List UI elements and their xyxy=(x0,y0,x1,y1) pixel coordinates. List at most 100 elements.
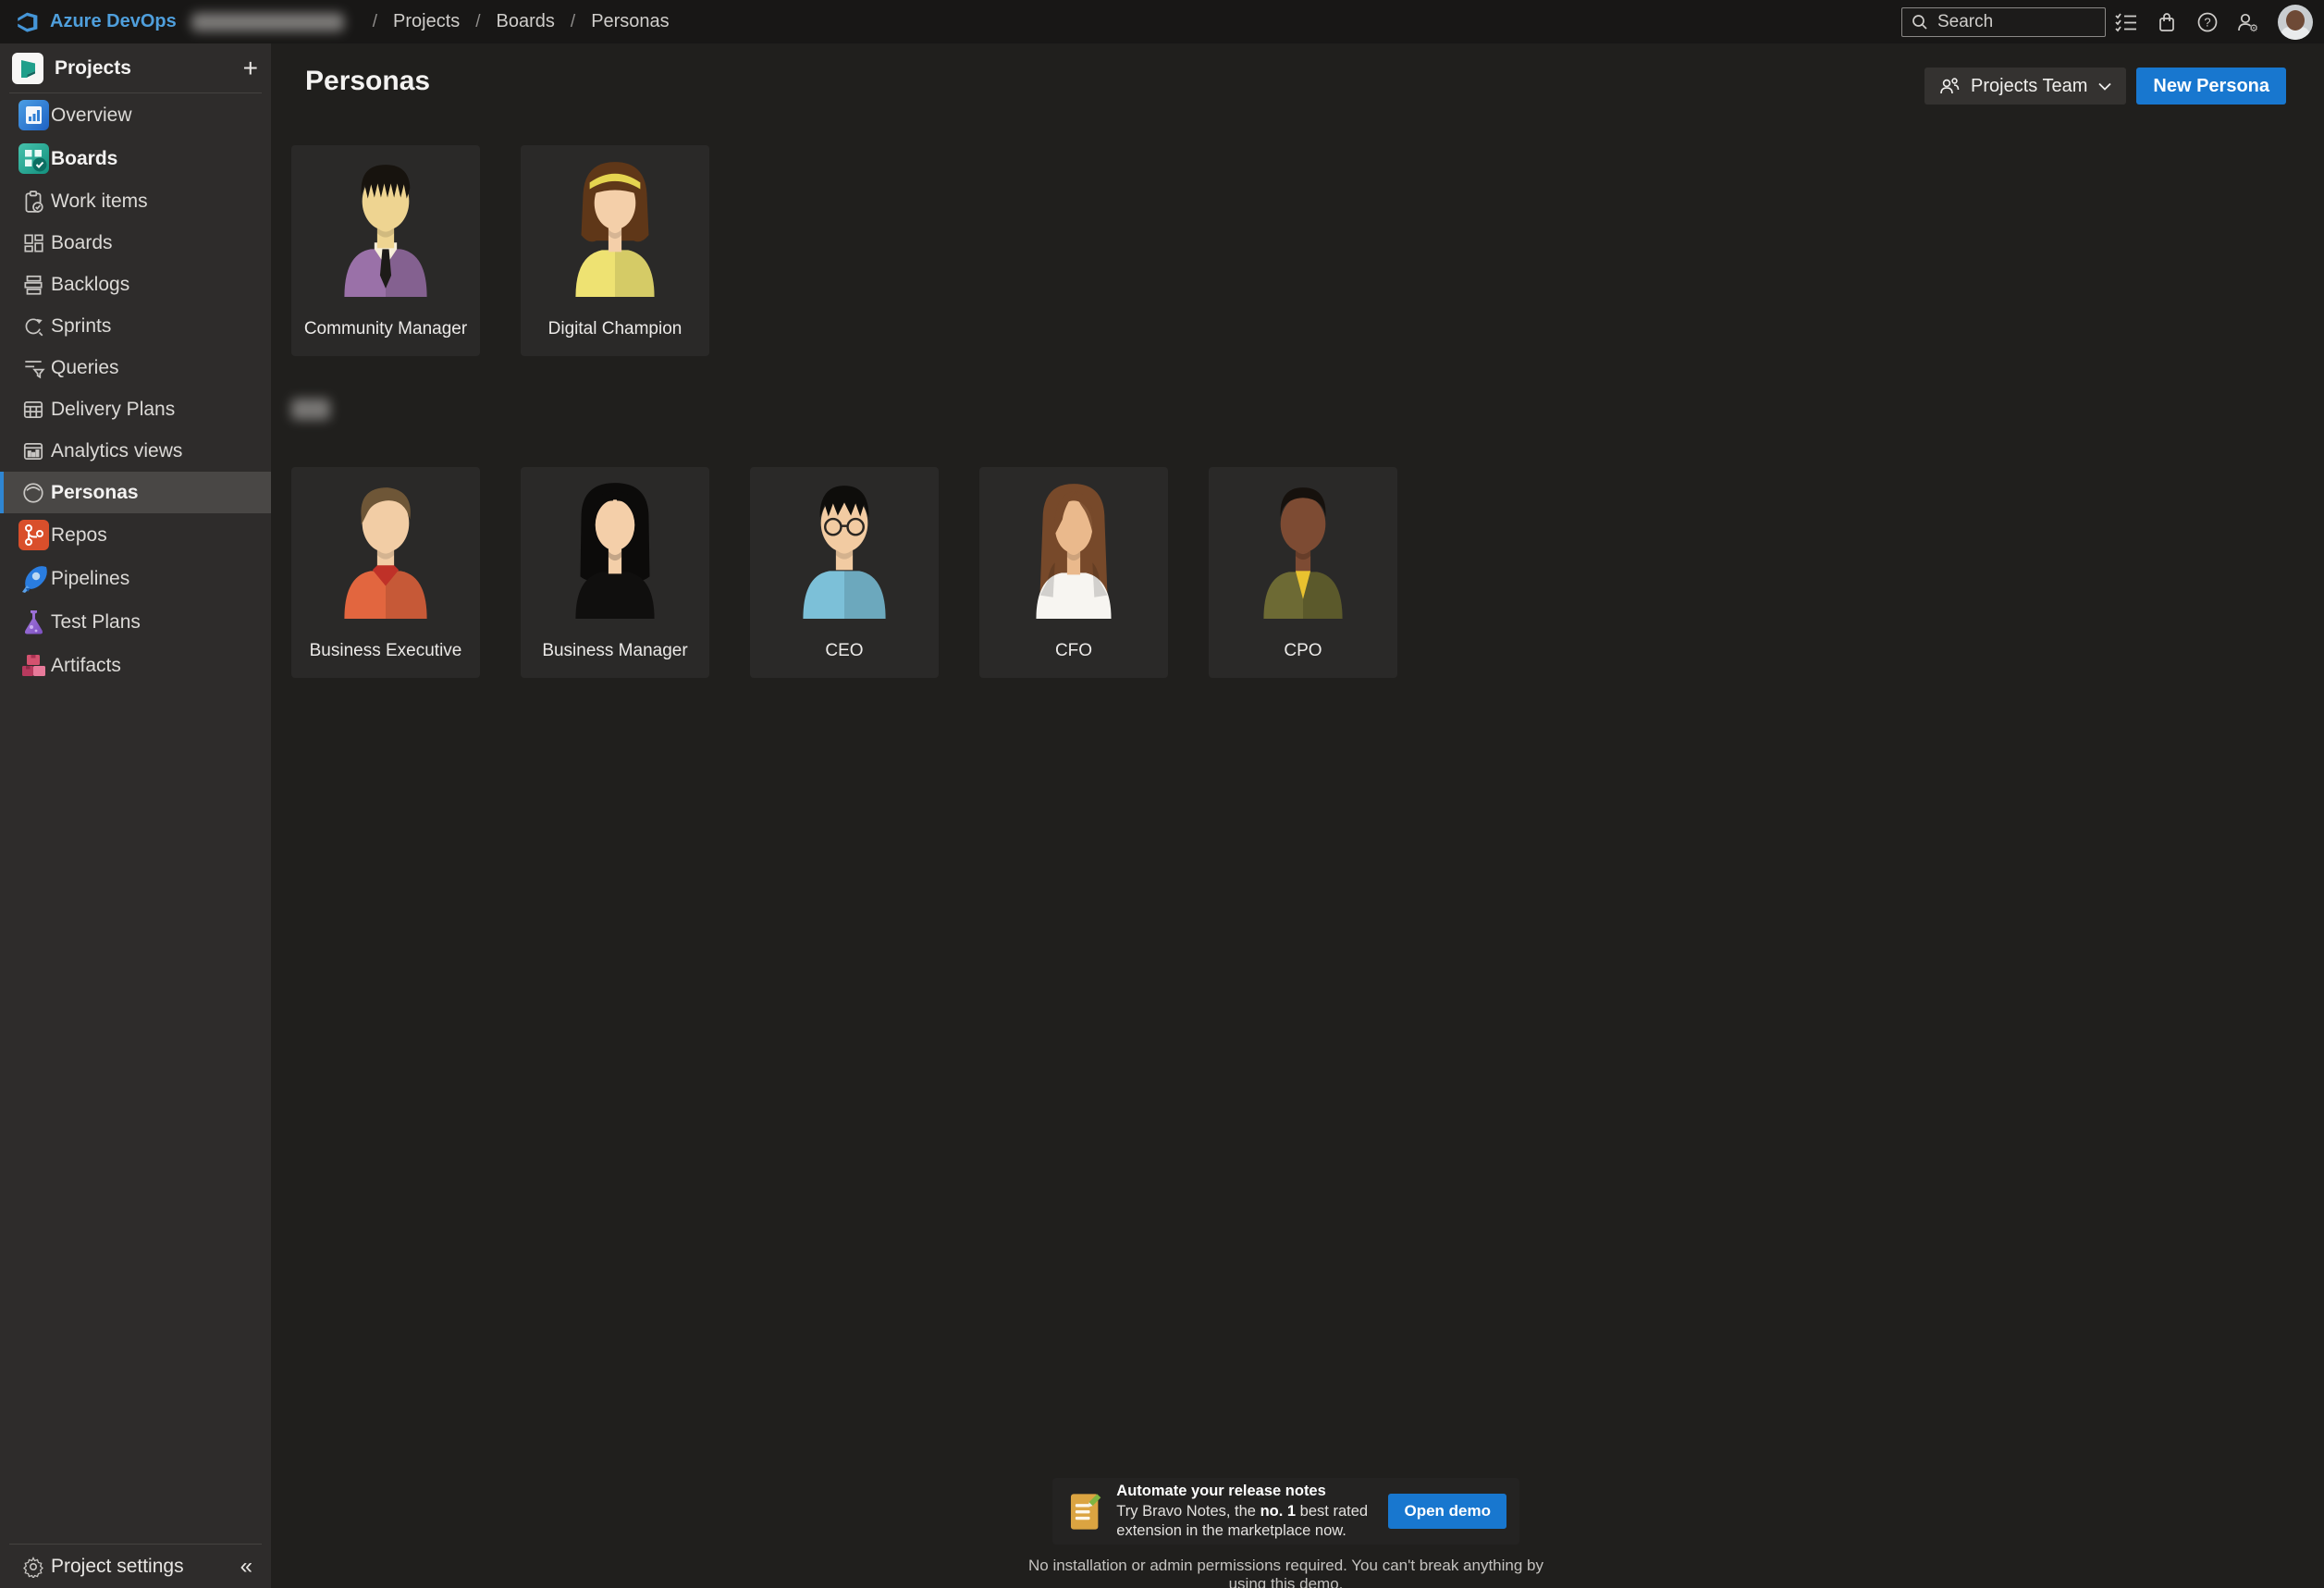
add-project-button[interactable]: + xyxy=(243,55,258,81)
backlogs-icon xyxy=(16,273,51,297)
release-notes-icon xyxy=(1069,1491,1101,1532)
sidebar-item-label: Overview xyxy=(51,105,132,127)
team-icon xyxy=(1939,77,1960,95)
main-content: Personas Projects Team New Persona xyxy=(271,43,2324,1588)
project-logo-icon xyxy=(12,53,43,84)
sidebar-item-boards[interactable]: Boards xyxy=(0,222,271,264)
persona-card-digital-champion[interactable]: Digital Champion xyxy=(521,145,709,356)
release-notes-toast: Automate your release notes Try Bravo No… xyxy=(1052,1478,1519,1545)
svg-text:⚙: ⚙ xyxy=(2249,23,2258,33)
breadcrumb-separator: / xyxy=(571,12,575,32)
sidebar-item-delivery-plans[interactable]: Delivery Plans xyxy=(0,388,271,430)
breadcrumb-boards[interactable]: Boards xyxy=(497,11,555,32)
sidebar-item-label: Backlogs xyxy=(51,274,129,296)
project-settings-label: Project settings xyxy=(51,1556,184,1578)
queries-icon xyxy=(16,356,51,380)
personas-icon xyxy=(16,481,51,505)
sidebar-item-test-plans[interactable]: Test Plans xyxy=(0,600,271,644)
pipelines-icon xyxy=(16,563,51,594)
persona-name: Digital Champion xyxy=(521,319,709,339)
persona-avatar xyxy=(1243,478,1363,619)
search-icon xyxy=(1912,14,1928,31)
project-settings-button[interactable]: Project settings « xyxy=(0,1545,271,1588)
sidebar-item-personas[interactable]: Personas xyxy=(0,472,271,513)
toast-body: Try Bravo Notes, the no. 1 best rated ex… xyxy=(1116,1502,1388,1541)
sidebar-item-repos[interactable]: Repos xyxy=(0,513,271,557)
azure-devops-logo-icon[interactable] xyxy=(15,10,39,34)
user-settings-icon[interactable]: ⚙ xyxy=(2228,4,2269,41)
work-items-icon xyxy=(16,190,51,214)
persona-card-cpo[interactable]: CPO xyxy=(1209,467,1397,678)
overview-icon xyxy=(16,100,51,130)
sidebar-item-label: Boards xyxy=(51,232,113,254)
svg-text:?: ? xyxy=(2204,15,2210,29)
user-avatar[interactable] xyxy=(2278,5,2313,40)
persona-avatar xyxy=(326,478,446,619)
persona-card-business-manager[interactable]: Business Manager xyxy=(521,467,709,678)
boards-product-icon xyxy=(16,143,51,174)
org-name-blurred[interactable] xyxy=(191,13,344,31)
sidebar-item-queries[interactable]: Queries xyxy=(0,347,271,388)
breadcrumb: / Projects / Boards / Personas xyxy=(357,11,670,32)
team-selector-button[interactable]: Projects Team xyxy=(1924,68,2126,105)
persona-name: Business Manager xyxy=(521,641,709,661)
sidebar: Projects + Overview xyxy=(0,43,271,1588)
sidebar-item-pipelines[interactable]: Pipelines xyxy=(0,557,271,600)
sidebar-spacer xyxy=(0,687,271,1544)
persona-avatar xyxy=(555,478,675,619)
new-persona-button[interactable]: New Persona xyxy=(2136,68,2286,105)
persona-avatar xyxy=(784,478,904,619)
sidebar-item-label: Boards xyxy=(51,148,117,170)
sprints-icon xyxy=(16,314,51,339)
team-selector-label: Projects Team xyxy=(1971,76,2087,97)
sidebar-item-sprints[interactable]: Sprints xyxy=(0,305,271,347)
persona-card-cfo[interactable]: CFO xyxy=(979,467,1168,678)
toast-text: Automate your release notes Try Bravo No… xyxy=(1116,1482,1388,1541)
persona-name: CPO xyxy=(1209,641,1397,661)
top-bar: Azure DevOps / Projects / Boards / Perso… xyxy=(0,0,2324,43)
task-list-icon[interactable] xyxy=(2106,4,2146,41)
persona-card-community-manager[interactable]: Community Manager xyxy=(291,145,480,356)
search-box[interactable] xyxy=(1901,7,2106,37)
breadcrumb-projects[interactable]: Projects xyxy=(393,11,460,32)
toast-footnote: No installation or admin permissions req… xyxy=(1025,1557,1547,1588)
open-demo-button[interactable]: Open demo xyxy=(1388,1494,1506,1529)
sidebar-item-boards-product[interactable]: Boards xyxy=(0,137,271,180)
help-icon[interactable]: ? xyxy=(2187,4,2228,41)
collapse-sidebar-button[interactable]: « xyxy=(240,1554,252,1580)
group-label-blurred xyxy=(291,399,330,420)
boards-icon xyxy=(16,231,51,255)
search-input[interactable] xyxy=(1937,12,2090,32)
gear-icon xyxy=(16,1556,51,1578)
sidebar-item-label: Sprints xyxy=(51,315,111,338)
marketplace-bag-icon[interactable] xyxy=(2146,4,2187,41)
sidebar-item-work-items[interactable]: Work items xyxy=(0,180,271,222)
persona-avatar xyxy=(1014,478,1134,619)
test-plans-icon xyxy=(16,607,51,637)
sidebar-item-overview[interactable]: Overview xyxy=(0,93,271,137)
breadcrumb-personas[interactable]: Personas xyxy=(591,11,670,32)
persona-name: CEO xyxy=(750,641,939,661)
analytics-views-icon xyxy=(16,439,51,463)
sidebar-item-label: Delivery Plans xyxy=(51,399,175,421)
sidebar-item-label: Artifacts xyxy=(51,655,121,677)
product-name[interactable]: Azure DevOps xyxy=(50,11,177,32)
sidebar-item-label: Work items xyxy=(51,191,148,213)
azure-devops-app: Azure DevOps / Projects / Boards / Perso… xyxy=(0,0,2324,1588)
persona-group-1: Community Manager Digital Champion xyxy=(291,145,709,356)
sidebar-item-label: Analytics views xyxy=(51,440,182,462)
sidebar-item-analytics-views[interactable]: Analytics views xyxy=(0,430,271,472)
sidebar-item-artifacts[interactable]: Artifacts xyxy=(0,644,271,687)
delivery-plans-icon xyxy=(16,398,51,422)
sidebar-project-header[interactable]: Projects + xyxy=(0,43,271,92)
breadcrumb-separator: / xyxy=(475,12,480,32)
toast-title: Automate your release notes xyxy=(1116,1482,1388,1501)
persona-card-business-executive[interactable]: Business Executive xyxy=(291,467,480,678)
sidebar-item-backlogs[interactable]: Backlogs xyxy=(0,264,271,305)
persona-avatar xyxy=(326,156,446,297)
sidebar-item-label: Personas xyxy=(51,482,139,504)
persona-avatar xyxy=(555,156,675,297)
persona-card-ceo[interactable]: CEO xyxy=(750,467,939,678)
sidebar-project-label: Projects xyxy=(55,57,131,80)
page-title: Personas xyxy=(305,66,430,97)
